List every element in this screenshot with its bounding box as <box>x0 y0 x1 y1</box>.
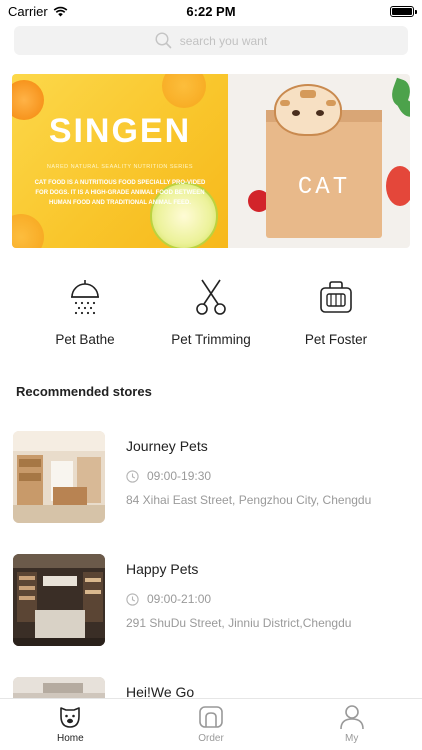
store-name: Journey Pets <box>126 438 208 454</box>
tab-label: Home <box>56 733 84 744</box>
scissors-icon <box>196 279 226 315</box>
service-label: Pet Bathe <box>55 332 115 347</box>
store-address: 291 ShuDu Street, Jinniu District,Chengd… <box>126 616 352 630</box>
cat-illustration <box>274 84 342 136</box>
wifi-icon <box>53 6 68 16</box>
banner-right-panel: CAT <box>228 74 410 248</box>
store-hours-text: 09:00-21:00 <box>147 592 212 606</box>
search-placeholder[interactable]: search you want <box>180 34 267 48</box>
service-shortcuts: Pet Bathe Pet Trimming Pet Foster <box>0 278 422 348</box>
status-bar: Carrier 6:22 PM <box>0 0 422 22</box>
store-thumbnail <box>13 431 105 523</box>
section-title: Recommended stores <box>16 384 152 399</box>
banner-subtitle: NARED NATURAL SEAALITY NUTRITION SERIES <box>46 164 194 170</box>
store-thumbnail <box>13 554 105 646</box>
orange-slice-image <box>162 74 206 108</box>
store-name: Happy Pets <box>126 561 199 577</box>
status-left: Carrier <box>8 4 68 19</box>
pet-carrier-icon <box>320 281 352 313</box>
tab-order[interactable]: Order <box>141 699 282 750</box>
store-card[interactable]: Happy Pets 09:00-21:00 291 ShuDu Street,… <box>0 554 422 654</box>
banner-description: CAT FOOD IS A NUTRITIOUS FOOD SPECIALLY … <box>34 180 206 206</box>
apple-image <box>386 166 410 206</box>
clock-icon <box>126 592 139 606</box>
store-hours: 09:00-19:30 <box>126 469 211 483</box>
carrier-label: Carrier <box>8 3 48 19</box>
store-card[interactable]: Journey Pets 09:00-19:30 84 Xihai East S… <box>0 431 422 531</box>
orange-slice-image <box>12 214 44 248</box>
search-icon <box>155 32 172 49</box>
tab-bar: Home Order My <box>0 698 422 750</box>
store-hours-text: 09:00-19:30 <box>147 469 212 483</box>
tab-home[interactable]: Home <box>0 699 141 750</box>
person-icon <box>339 705 364 730</box>
service-pet-foster[interactable]: Pet Foster <box>266 278 406 347</box>
banner-left-panel: SINGEN NARED NATURAL SEAALITY NUTRITION … <box>12 74 228 248</box>
search-bar[interactable]: search you want <box>14 26 408 55</box>
bag-label: CAT <box>297 174 351 201</box>
shower-icon <box>71 280 99 315</box>
shop-icon <box>199 706 223 728</box>
tab-my[interactable]: My <box>281 699 422 750</box>
service-label: Pet Foster <box>304 332 368 347</box>
banner-title: SINGEN <box>48 112 192 150</box>
store-hours: 09:00-21:00 <box>126 592 211 606</box>
battery-level <box>392 7 412 15</box>
dog-face-icon <box>60 707 81 728</box>
service-pet-trimming[interactable]: Pet Trimming <box>141 278 281 347</box>
tab-label: Order <box>198 733 224 744</box>
service-label: Pet Trimming <box>171 332 251 347</box>
battery-icon <box>390 5 417 17</box>
clock-icon <box>126 469 139 483</box>
service-pet-bathe[interactable]: Pet Bathe <box>15 278 155 347</box>
store-address: 84 Xihai East Street, Pengzhou City, Che… <box>126 493 372 507</box>
promo-banner[interactable]: SINGEN NARED NATURAL SEAALITY NUTRITION … <box>12 74 410 248</box>
tab-label: My <box>345 733 359 744</box>
